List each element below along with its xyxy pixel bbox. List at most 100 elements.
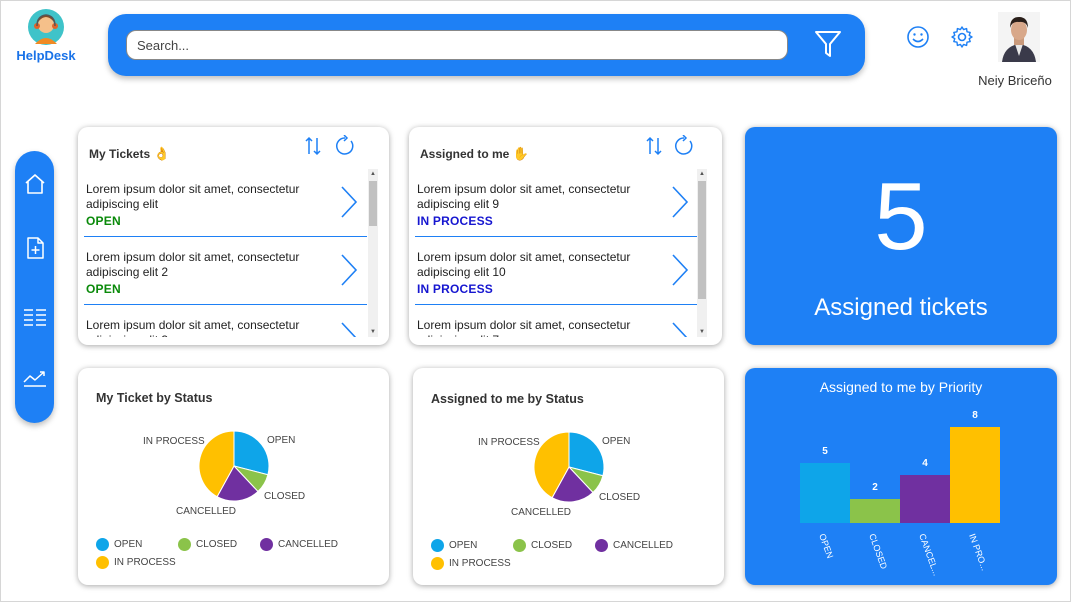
bar-value-label: 4 — [922, 458, 928, 469]
list-item[interactable]: Lorem ipsum dolor sit amet, consectetur … — [84, 305, 367, 337]
sort-button[interactable] — [302, 135, 324, 157]
logo-text: HelpDesk — [16, 48, 76, 63]
nav-home[interactable] — [22, 171, 48, 197]
chevron-right-icon — [672, 186, 689, 218]
pie-chart — [533, 431, 605, 503]
legend-item: OPEN — [96, 538, 142, 551]
legend-dot — [96, 538, 109, 551]
filter-button[interactable] — [812, 28, 844, 60]
ticket-status: OPEN — [86, 282, 121, 296]
bar-chart: 5 OPEN 2 CLOSED 4 CANCEL... 8 IN PRO... — [800, 410, 1000, 577]
pie-label-open: OPEN — [267, 435, 296, 446]
legend-item: CANCELLED — [595, 539, 673, 552]
search-bar — [108, 14, 865, 76]
refresh-button[interactable] — [334, 134, 356, 157]
refresh-button[interactable] — [673, 134, 695, 157]
home-icon — [25, 174, 45, 194]
my-tickets-card: My Tickets 👌 Lorem ipsum dolor sit amet,… — [78, 127, 389, 345]
assigned-status-card: Assigned to me by Status IN PROCESS OPEN… — [413, 368, 724, 585]
ticket-text: Lorem ipsum dolor sit amet, consectetur … — [417, 318, 631, 337]
list-item[interactable]: Lorem ipsum dolor sit amet, consectetur … — [415, 237, 697, 305]
bar-category-label: CANCEL... — [917, 532, 941, 577]
kpi-value: 5 — [874, 163, 928, 270]
refresh-icon — [675, 134, 693, 155]
chevron-right-icon — [341, 322, 357, 337]
avatar[interactable] — [998, 12, 1040, 62]
logo[interactable]: HelpDesk — [12, 8, 80, 63]
nav-new-ticket[interactable] — [22, 235, 48, 261]
open-ticket-button[interactable] — [669, 253, 691, 287]
legend-dot — [595, 539, 608, 552]
chevron-right-icon — [341, 186, 358, 218]
ok-hand-icon: 👌 — [153, 146, 170, 161]
open-ticket-button[interactable] — [338, 321, 360, 337]
bar-1[interactable] — [850, 499, 900, 523]
scroll-down-icon[interactable]: ▼ — [699, 329, 705, 335]
scroll-thumb[interactable] — [369, 181, 377, 226]
my-ticket-status-card: My Ticket by Status IN PROCESS OPEN CLOS… — [78, 368, 389, 585]
user-name: Neiy Briceño — [978, 73, 1052, 88]
scroll-up-icon[interactable]: ▲ — [370, 171, 376, 177]
gear-icon — [951, 26, 973, 48]
legend-dot — [431, 539, 444, 552]
bar-value-label: 2 — [872, 482, 878, 493]
scroll-up-icon[interactable]: ▲ — [699, 171, 705, 177]
sort-icon — [305, 136, 321, 156]
list-item[interactable]: Lorem ipsum dolor sit amet, consectetur … — [415, 169, 697, 237]
smiley-icon — [907, 26, 929, 48]
search-input[interactable] — [126, 30, 788, 60]
sort-icon — [646, 136, 662, 156]
scrollbar[interactable]: ▲ ▼ — [697, 169, 707, 337]
my-tickets-list: Lorem ipsum dolor sit amet, consectetur … — [84, 169, 367, 337]
legend-dot — [96, 556, 109, 569]
open-ticket-button[interactable] — [338, 253, 360, 287]
assigned-card: Assigned to me ✋ Lorem ipsum dolor sit a… — [409, 127, 722, 345]
bar-0[interactable] — [800, 463, 850, 523]
pie-label-open: OPEN — [602, 436, 631, 447]
bar-value-label: 5 — [822, 446, 828, 457]
scroll-down-icon[interactable]: ▼ — [370, 329, 376, 335]
raised-hand-icon: ✋ — [512, 146, 529, 161]
refresh-icon — [336, 134, 354, 155]
nav-list[interactable] — [22, 304, 48, 330]
pie-label-in-process: IN PROCESS — [478, 437, 540, 448]
pie-label-cancelled: CANCELLED — [511, 507, 572, 518]
new-document-icon — [27, 237, 44, 259]
pie-chart — [198, 430, 270, 502]
legend-dot — [431, 557, 444, 570]
ticket-text: Lorem ipsum dolor sit amet, consectetur … — [86, 250, 300, 279]
list-item[interactable]: Lorem ipsum dolor sit amet, consectetur … — [84, 237, 367, 305]
list-item[interactable]: Lorem ipsum dolor sit amet, consectetur … — [84, 169, 367, 237]
sort-button[interactable] — [643, 135, 665, 157]
chevron-right-icon — [672, 322, 688, 337]
settings-button[interactable] — [950, 25, 974, 49]
ticket-status: IN PROCESS — [417, 214, 494, 228]
bar-2[interactable] — [900, 475, 950, 523]
list-icon — [24, 309, 46, 326]
legend-item: CLOSED — [513, 539, 572, 552]
ticket-text: Lorem ipsum dolor sit amet, consectetur … — [417, 182, 631, 211]
ticket-text: Lorem ipsum dolor sit amet, consectetur … — [417, 250, 631, 279]
ticket-status: IN PROCESS — [417, 282, 494, 296]
pie-label-closed: CLOSED — [264, 491, 306, 502]
helpdesk-logo-icon — [28, 9, 64, 45]
bar-category-label: OPEN — [817, 532, 835, 559]
nav-reports[interactable] — [22, 364, 48, 390]
assigned-tickets-kpi: 5 Assigned tickets — [745, 127, 1057, 345]
filter-icon — [815, 31, 841, 57]
open-ticket-button[interactable] — [669, 185, 691, 219]
scrollbar[interactable]: ▲ ▼ — [368, 169, 378, 337]
smiley-button[interactable] — [906, 25, 930, 49]
bar-value-label: 8 — [972, 410, 978, 421]
ticket-text: Lorem ipsum dolor sit amet, consectetur … — [86, 318, 300, 337]
kpi-label: Assigned tickets — [814, 294, 988, 321]
list-item[interactable]: Lorem ipsum dolor sit amet, consectetur … — [415, 305, 697, 337]
legend-item: IN PROCESS — [431, 557, 511, 570]
bar-3[interactable] — [950, 427, 1000, 523]
legend-item: CANCELLED — [260, 538, 338, 551]
scroll-thumb[interactable] — [698, 181, 706, 299]
open-ticket-button[interactable] — [669, 321, 691, 337]
pie-label-closed: CLOSED — [599, 492, 641, 503]
user-avatar-icon — [998, 12, 1040, 62]
open-ticket-button[interactable] — [338, 185, 360, 219]
